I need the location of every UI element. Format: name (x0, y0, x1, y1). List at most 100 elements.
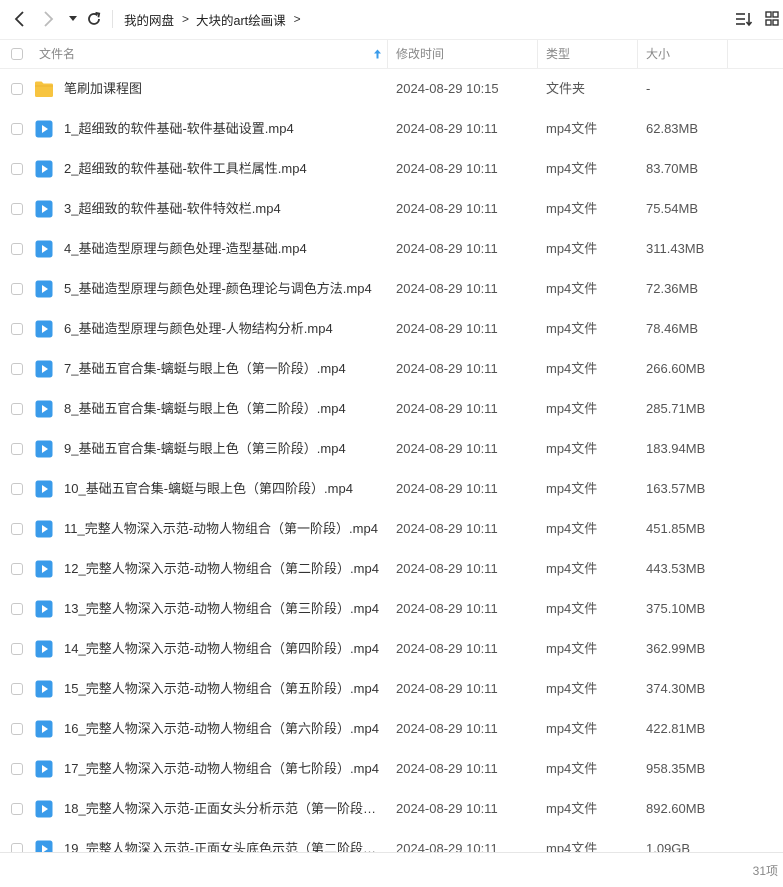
column-divider[interactable] (387, 40, 388, 68)
file-name[interactable]: 11_完整人物深入示范-动物人物组合（第一阶段）.mp4 (64, 509, 382, 549)
file-size: 285.71MB (646, 401, 706, 416)
file-type: mp4文件 (546, 681, 598, 696)
file-row[interactable]: 8_基础五官合集-螭蜓与眼上色（第二阶段）.mp4 2024-08-29 10:1… (0, 389, 783, 429)
row-checkbox[interactable] (11, 723, 23, 735)
row-checkbox[interactable] (11, 323, 23, 335)
file-name[interactable]: 3_超细致的软件基础-软件特效栏.mp4 (64, 189, 382, 229)
file-row[interactable]: 18_完整人物深入示范-正面女头分析示范（第一阶段）.m... 2024-08-2… (0, 789, 783, 829)
back-button[interactable] (9, 8, 31, 30)
video-file-icon (35, 160, 53, 178)
file-row[interactable]: 13_完整人物深入示范-动物人物组合（第三阶段）.mp4 2024-08-29 1… (0, 589, 783, 629)
row-checkbox[interactable] (11, 443, 23, 455)
file-name[interactable]: 8_基础五官合集-螭蜓与眼上色（第二阶段）.mp4 (64, 389, 382, 429)
row-checkbox[interactable] (11, 123, 23, 135)
row-checkbox[interactable] (11, 643, 23, 655)
file-name[interactable]: 7_基础五官合集-螭蜓与眼上色（第一阶段）.mp4 (64, 349, 382, 389)
row-checkbox[interactable] (11, 283, 23, 295)
file-name[interactable]: 10_基础五官合集-螭蜓与眼上色（第四阶段）.mp4 (64, 469, 382, 509)
file-row[interactable]: 16_完整人物深入示范-动物人物组合（第六阶段）.mp4 2024-08-29 1… (0, 709, 783, 749)
file-row[interactable]: 4_基础造型原理与颜色处理-造型基础.mp4 2024-08-29 10:11 mp… (0, 229, 783, 269)
file-size: 266.60MB (646, 361, 706, 376)
file-name[interactable]: 16_完整人物深入示范-动物人物组合（第六阶段）.mp4 (64, 709, 382, 749)
modified-time: 2024-08-29 10:11 (396, 321, 498, 336)
breadcrumb-item-root[interactable]: 我的网盘 (124, 10, 174, 29)
row-checkbox[interactable] (11, 523, 23, 535)
row-checkbox[interactable] (11, 603, 23, 615)
column-divider[interactable] (727, 40, 728, 68)
file-size: 422.81MB (646, 721, 706, 736)
file-name[interactable]: 19_完整人物深入示范-正面女头底色示范（第二阶段）.m... (64, 829, 382, 852)
file-name[interactable]: 笔刷加课程图 (64, 69, 382, 109)
sort-list-icon (736, 13, 753, 27)
file-row[interactable]: 19_完整人物深入示范-正面女头底色示范（第二阶段）.m... 2024-08-2… (0, 829, 783, 852)
video-file-icon (35, 720, 53, 738)
row-checkbox[interactable] (11, 243, 23, 255)
file-row[interactable]: 6_基础造型原理与颜色处理-人物结构分析.mp4 2024-08-29 10:11… (0, 309, 783, 349)
file-name[interactable]: 4_基础造型原理与颜色处理-造型基础.mp4 (64, 229, 382, 269)
select-all-checkbox[interactable] (11, 48, 23, 60)
row-checkbox[interactable] (11, 363, 23, 375)
file-name[interactable]: 13_完整人物深入示范-动物人物组合（第三阶段）.mp4 (64, 589, 382, 629)
file-row[interactable]: 3_超细致的软件基础-软件特效栏.mp4 2024-08-29 10:11 mp4文… (0, 189, 783, 229)
file-row[interactable]: 12_完整人物深入示范-动物人物组合（第二阶段）.mp4 2024-08-29 1… (0, 549, 783, 589)
folder-icon (34, 80, 54, 98)
file-size: 1.09GB (646, 841, 691, 852)
file-name[interactable]: 9_基础五官合集-螭蜓与眼上色（第三阶段）.mp4 (64, 429, 382, 469)
file-row[interactable]: 10_基础五官合集-螭蜓与眼上色（第四阶段）.mp4 2024-08-29 10:… (0, 469, 783, 509)
column-header-name[interactable]: 文件名 (39, 40, 75, 68)
file-row[interactable]: 11_完整人物深入示范-动物人物组合（第一阶段）.mp4 2024-08-29 1… (0, 509, 783, 549)
file-name[interactable]: 5_基础造型原理与颜色处理-颜色理论与调色方法.mp4 (64, 269, 382, 309)
file-type: mp4文件 (546, 241, 598, 256)
file-row[interactable]: 15_完整人物深入示范-动物人物组合（第五阶段）.mp4 2024-08-29 1… (0, 669, 783, 709)
file-row[interactable]: 7_基础五官合集-螭蜓与眼上色（第一阶段）.mp4 2024-08-29 10:1… (0, 349, 783, 389)
breadcrumb-item-current[interactable]: 大块的art绘画课 (196, 10, 286, 29)
file-name[interactable]: 2_超细致的软件基础-软件工具栏属性.mp4 (64, 149, 382, 189)
file-name[interactable]: 17_完整人物深入示范-动物人物组合（第七阶段）.mp4 (64, 749, 382, 789)
column-header-type[interactable]: 类型 (546, 40, 570, 68)
file-name[interactable]: 6_基础造型原理与颜色处理-人物结构分析.mp4 (64, 309, 382, 349)
column-divider[interactable] (537, 40, 538, 68)
file-row[interactable]: 2_超细致的软件基础-软件工具栏属性.mp4 2024-08-29 10:11 mp… (0, 149, 783, 189)
file-type: mp4文件 (546, 281, 598, 296)
column-divider[interactable] (637, 40, 638, 68)
file-name[interactable]: 12_完整人物深入示范-动物人物组合（第二阶段）.mp4 (64, 549, 382, 589)
file-row[interactable]: 14_完整人物深入示范-动物人物组合（第四阶段）.mp4 2024-08-29 1… (0, 629, 783, 669)
breadcrumb-separator: > (182, 12, 190, 26)
file-row[interactable]: 9_基础五官合集-螭蜓与眼上色（第三阶段）.mp4 2024-08-29 10:1… (0, 429, 783, 469)
row-checkbox[interactable] (11, 163, 23, 175)
column-header-modified[interactable]: 修改时间 (396, 40, 444, 68)
file-name[interactable]: 18_完整人物深入示范-正面女头分析示范（第一阶段）.m... (64, 789, 382, 829)
video-file-icon (35, 840, 53, 852)
video-file-icon (35, 600, 53, 618)
row-checkbox[interactable] (11, 843, 23, 852)
file-name[interactable]: 15_完整人物深入示范-动物人物组合（第五阶段）.mp4 (64, 669, 382, 709)
view-mode-button[interactable] (761, 8, 783, 30)
history-dropdown-button[interactable] (62, 8, 84, 30)
file-row[interactable]: 17_完整人物深入示范-动物人物组合（第七阶段）.mp4 2024-08-29 1… (0, 749, 783, 789)
file-row[interactable]: 笔刷加课程图 2024-08-29 10:15 文件夹 - (0, 69, 783, 109)
modified-time: 2024-08-29 10:11 (396, 121, 498, 136)
file-row[interactable]: 1_超细致的软件基础-软件基础设置.mp4 2024-08-29 10:11 mp4… (0, 109, 783, 149)
row-checkbox[interactable] (11, 403, 23, 415)
row-checkbox[interactable] (11, 763, 23, 775)
video-file-icon (35, 400, 53, 418)
file-row[interactable]: 5_基础造型原理与颜色处理-颜色理论与调色方法.mp4 2024-08-29 10… (0, 269, 783, 309)
file-name[interactable]: 14_完整人物深入示范-动物人物组合（第四阶段）.mp4 (64, 629, 382, 669)
video-file-icon (35, 360, 53, 378)
modified-time: 2024-08-29 10:11 (396, 681, 498, 696)
sort-button[interactable] (733, 8, 755, 30)
row-checkbox[interactable] (11, 683, 23, 695)
column-header-size[interactable]: 大小 (646, 40, 670, 68)
row-checkbox[interactable] (11, 83, 23, 95)
row-checkbox[interactable] (11, 803, 23, 815)
forward-button[interactable] (37, 8, 59, 30)
row-checkbox[interactable] (11, 483, 23, 495)
chevron-right-icon (44, 11, 54, 27)
refresh-icon (88, 11, 101, 25)
file-type: mp4文件 (546, 561, 598, 576)
refresh-button[interactable] (83, 8, 105, 30)
file-name[interactable]: 1_超细致的软件基础-软件基础设置.mp4 (64, 109, 382, 149)
row-checkbox[interactable] (11, 563, 23, 575)
row-checkbox[interactable] (11, 203, 23, 215)
sort-ascending-icon[interactable] (373, 49, 382, 59)
